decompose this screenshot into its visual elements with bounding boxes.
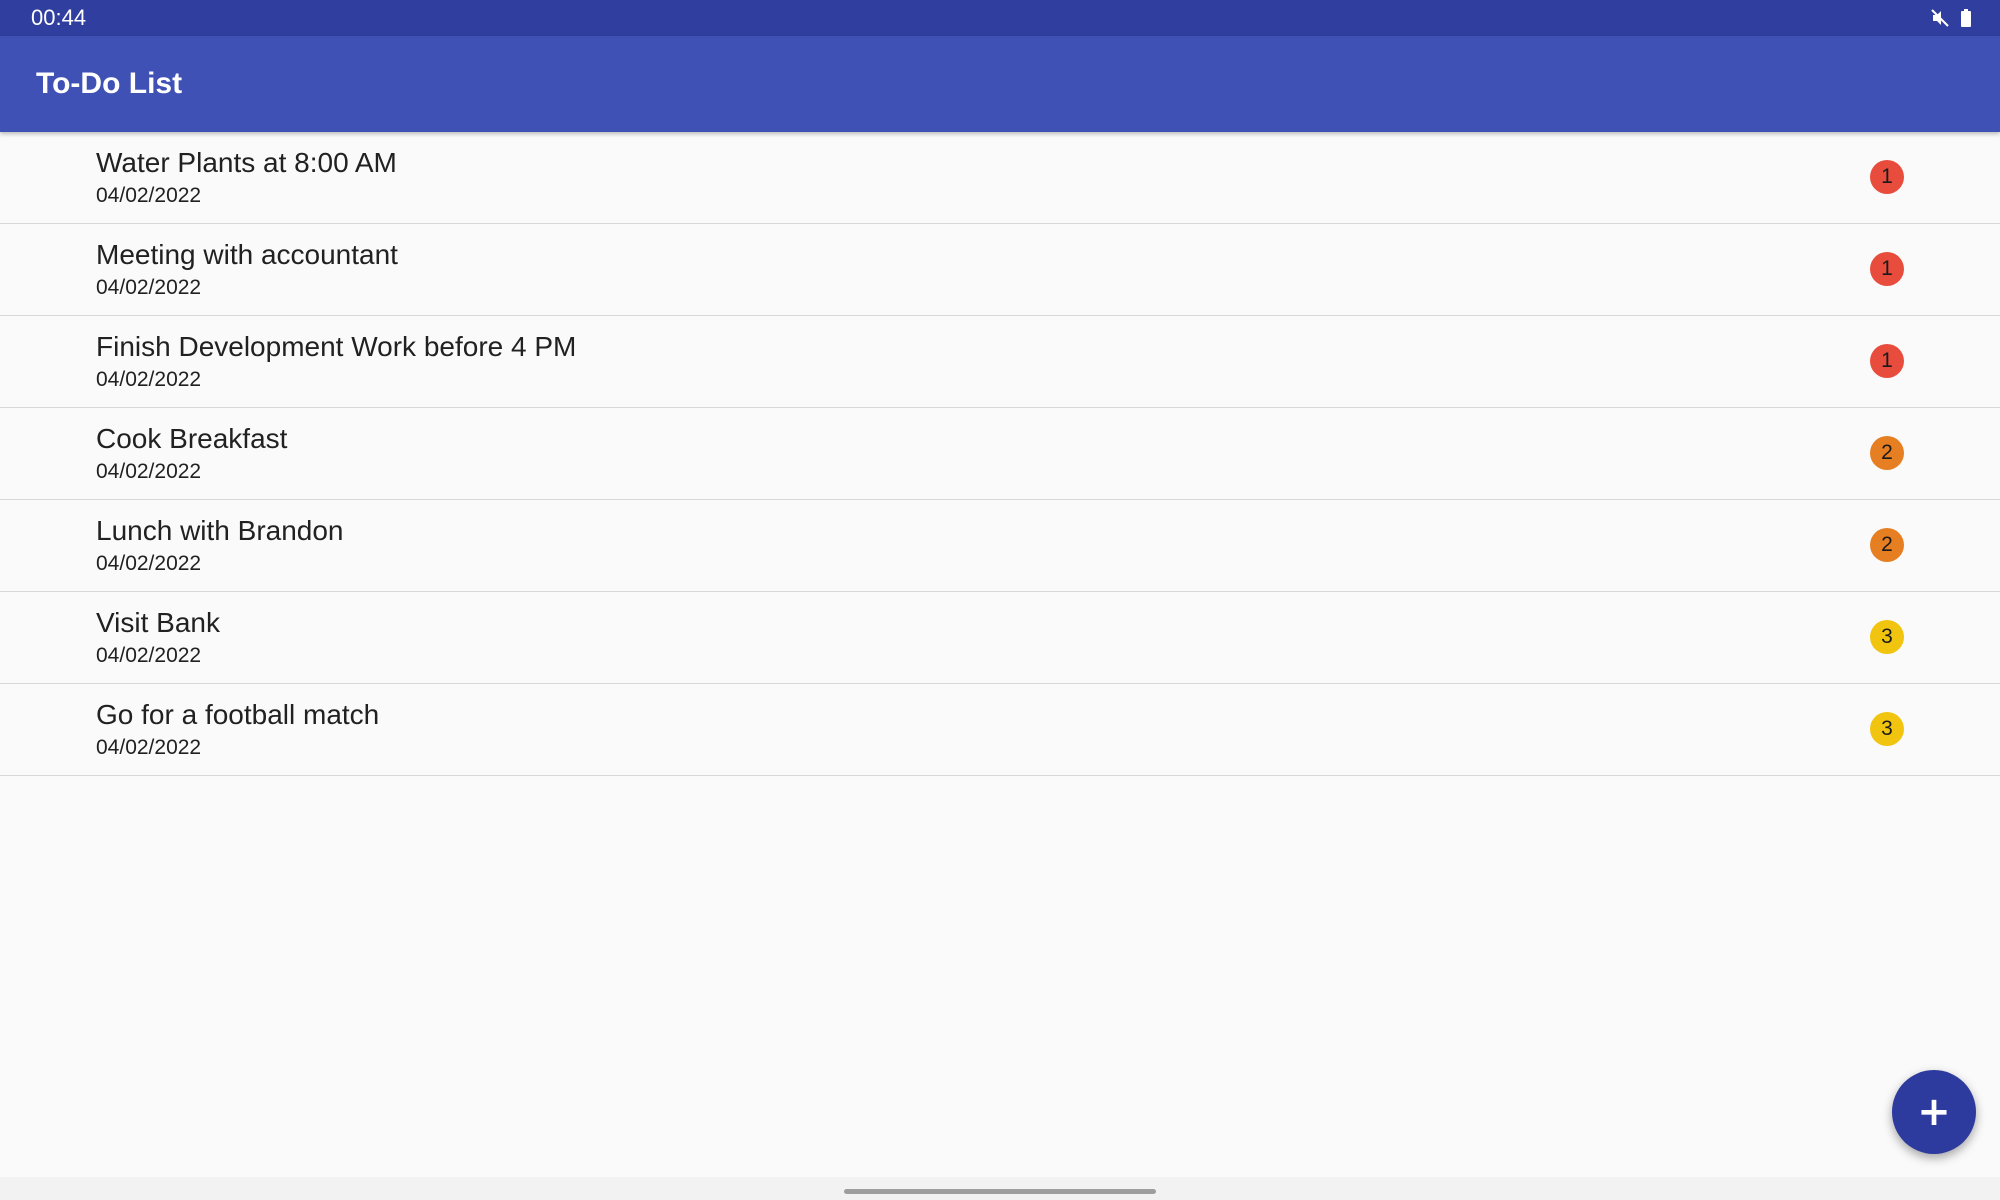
priority-badge: 1 (1870, 160, 1904, 194)
add-todo-button[interactable]: + (1892, 1070, 1976, 1154)
add-icon: + (1917, 1089, 1951, 1135)
todo-item[interactable]: Meeting with accountant 04/02/2022 1 (0, 224, 2000, 316)
todo-item[interactable]: Go for a football match 04/02/2022 3 (0, 684, 2000, 776)
todo-title: Meeting with accountant (96, 239, 398, 270)
todo-date: 04/02/2022 (96, 644, 202, 667)
todo-date: 04/02/2022 (96, 368, 202, 391)
battery-icon (1960, 9, 1972, 27)
todo-item[interactable]: Lunch with Brandon 04/02/2022 2 (0, 500, 2000, 592)
todo-item[interactable]: Visit Bank 04/02/2022 3 (0, 592, 2000, 684)
priority-badge: 1 (1870, 344, 1904, 378)
todo-date: 04/02/2022 (96, 736, 202, 759)
mute-icon (1930, 8, 1950, 28)
app-bar: To-Do List (0, 36, 2000, 132)
todo-date: 04/02/2022 (96, 184, 202, 207)
todo-title: Visit Bank (96, 607, 220, 638)
priority-badge: 3 (1870, 620, 1904, 654)
todo-date: 04/02/2022 (96, 460, 202, 483)
todo-title: Finish Development Work before 4 PM (96, 331, 577, 362)
status-icons (1930, 8, 1972, 28)
todo-item[interactable]: Cook Breakfast 04/02/2022 2 (0, 408, 2000, 500)
todo-title: Lunch with Brandon (96, 515, 344, 546)
todo-date: 04/02/2022 (96, 276, 202, 299)
priority-badge: 1 (1870, 252, 1904, 286)
status-time: 00:44 (31, 5, 87, 30)
todo-item[interactable]: Finish Development Work before 4 PM 04/0… (0, 316, 2000, 408)
navigation-bar (0, 1177, 2000, 1200)
screen: 00:44 To-Do List Water Plants at 8:00 AM… (0, 0, 2000, 1200)
home-handle[interactable] (844, 1189, 1156, 1194)
priority-badge: 2 (1870, 436, 1904, 470)
todo-title: Cook Breakfast (96, 423, 288, 454)
priority-badge: 3 (1870, 712, 1904, 746)
status-bar: 00:44 (0, 0, 2000, 36)
page-title: To-Do List (36, 67, 183, 100)
todo-list: Water Plants at 8:00 AM 04/02/2022 1 Mee… (0, 132, 2000, 776)
todo-item[interactable]: Water Plants at 8:00 AM 04/02/2022 1 (0, 132, 2000, 224)
todo-date: 04/02/2022 (96, 552, 202, 575)
todo-title: Water Plants at 8:00 AM (96, 147, 397, 178)
priority-badge: 2 (1870, 528, 1904, 562)
todo-title: Go for a football match (96, 699, 380, 730)
